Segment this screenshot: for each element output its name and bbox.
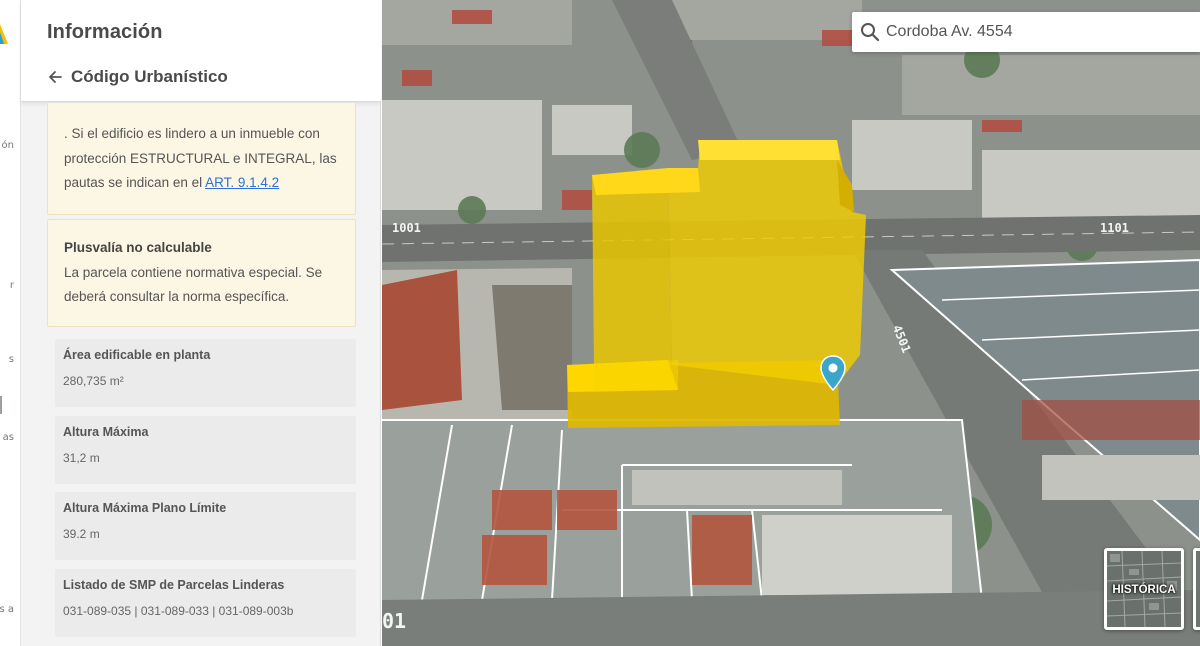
info-card-label: Altura Máxima	[63, 425, 149, 439]
panel-scroll-area[interactable]: . Si el edificio es lindero a un inmuebl…	[21, 103, 381, 646]
panel-title: Información	[47, 21, 163, 43]
panel-header: Información Código Urbanístico	[21, 0, 381, 102]
rail-item-fragment[interactable]: r	[0, 280, 14, 291]
info-panel: Información Código Urbanístico . Si el e…	[21, 0, 381, 646]
street-label: 1001	[392, 221, 421, 235]
info-card: Área edificable en planta 280,735 m²	[55, 339, 356, 407]
basemap-toggle-historica[interactable]: HISTÓRICA	[1104, 548, 1184, 630]
article-link[interactable]: ART. 9.1.4.2	[205, 175, 279, 190]
map-canvas[interactable]: 1001 1101 4501 01	[382, 0, 1200, 646]
rail-divider	[0, 396, 2, 414]
plusvalia-text: La parcela contiene normativa especial. …	[64, 264, 323, 305]
info-card: Altura Máxima 31,2 m	[55, 416, 356, 484]
map-3d-view[interactable]: 1001 1101 4501 01	[382, 0, 1200, 646]
info-card: Altura Máxima Plano Límite 39.2 m	[55, 492, 356, 560]
info-card-value: 280,735 m²	[63, 374, 124, 388]
info-card-label: Listado de SMP de Parcelas Linderas	[63, 578, 285, 592]
rail-item-fragment[interactable]: s a	[0, 604, 14, 615]
protection-note: . Si el edificio es lindero a un inmuebl…	[47, 103, 356, 215]
plusvalia-title: Plusvalía no calculable	[64, 240, 212, 255]
nav-rail: ón r s as s a	[0, 0, 21, 646]
search-icon[interactable]	[860, 22, 880, 42]
info-card-value: 39.2 m	[63, 527, 100, 541]
rail-item-fragment[interactable]: as	[0, 432, 14, 443]
search-input[interactable]	[886, 23, 1186, 41]
logo-icon	[0, 24, 8, 44]
back-label: Código Urbanístico	[71, 67, 228, 86]
map-pin-icon[interactable]	[820, 355, 846, 391]
address-search[interactable]	[852, 12, 1200, 52]
rail-item-fragment[interactable]: s	[0, 354, 14, 365]
protection-text: . Si el edificio es lindero a un inmuebl…	[64, 126, 337, 190]
info-card-value: 31,2 m	[63, 451, 100, 465]
plusvalia-note: Plusvalía no calculable La parcela conti…	[47, 219, 356, 327]
street-label: 1101	[1100, 221, 1129, 235]
back-button[interactable]: Código Urbanístico	[47, 67, 228, 87]
info-card-label: Área edificable en planta	[63, 348, 211, 362]
basemap-toggle-secondary[interactable]	[1193, 548, 1200, 630]
info-card-label: Altura Máxima Plano Límite	[63, 501, 227, 515]
info-card-value: 031-089-035 | 031-089-033 | 031-089-003b	[63, 604, 294, 618]
rail-item-fragment[interactable]: ón	[0, 140, 14, 151]
arrow-left-icon	[49, 71, 62, 83]
basemap-toggle-label: HISTÓRICA	[1112, 584, 1176, 596]
info-card: Listado de SMP de Parcelas Linderas 031-…	[55, 569, 356, 637]
street-label: 01	[382, 609, 406, 633]
